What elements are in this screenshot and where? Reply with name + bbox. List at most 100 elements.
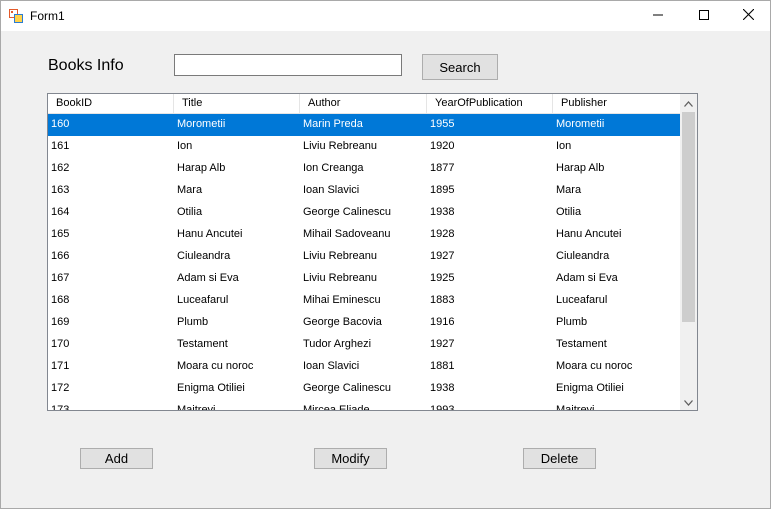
scroll-down-button[interactable] xyxy=(680,393,697,410)
cell-publisher[interactable]: Morometii xyxy=(553,114,680,136)
cell-title[interactable]: Hanu Ancutei xyxy=(174,224,300,246)
cell-bookid[interactable]: 172 xyxy=(48,378,174,400)
cell-title[interactable]: Morometii xyxy=(174,114,300,136)
cell-publisher[interactable]: Maitreyi xyxy=(553,400,680,410)
cell-publisher[interactable]: Hanu Ancutei xyxy=(553,224,680,246)
add-button[interactable]: Add xyxy=(80,448,153,469)
cell-title[interactable]: Adam si Eva xyxy=(174,268,300,290)
delete-button[interactable]: Delete xyxy=(523,448,596,469)
cell-author[interactable]: Liviu Rebreanu xyxy=(300,268,427,290)
cell-title[interactable]: Mara xyxy=(174,180,300,202)
cell-year[interactable]: 1927 xyxy=(427,246,553,268)
table-row[interactable]: 163 Mara Ioan Slavici 1895 Mara xyxy=(48,180,680,202)
cell-bookid[interactable]: 165 xyxy=(48,224,174,246)
cell-author[interactable]: Mihail Sadoveanu xyxy=(300,224,427,246)
cell-publisher[interactable]: Moara cu noroc xyxy=(553,356,680,378)
column-header-author[interactable]: Author xyxy=(300,94,427,114)
vertical-scrollbar[interactable] xyxy=(680,94,697,410)
cell-bookid[interactable]: 161 xyxy=(48,136,174,158)
cell-bookid[interactable]: 168 xyxy=(48,290,174,312)
cell-author[interactable]: Ioan Slavici xyxy=(300,180,427,202)
cell-year[interactable]: 1955 xyxy=(427,114,553,136)
cell-bookid[interactable]: 162 xyxy=(48,158,174,180)
table-row[interactable]: 166 Ciuleandra Liviu Rebreanu 1927 Ciuleandr… xyxy=(48,246,680,268)
cell-publisher[interactable]: Harap Alb xyxy=(553,158,680,180)
cell-year[interactable]: 1927 xyxy=(427,334,553,356)
table-row[interactable]: 167 Adam si Eva Liviu Rebreanu 1925 Adam si … xyxy=(48,268,680,290)
search-button[interactable]: Search xyxy=(422,54,498,80)
table-row[interactable]: 160 Morometii Marin Preda 1955 Morometii xyxy=(48,114,680,136)
cell-title[interactable]: Ciuleandra xyxy=(174,246,300,268)
cell-year[interactable]: 1895 xyxy=(427,180,553,202)
scroll-up-button[interactable] xyxy=(680,94,697,111)
cell-title[interactable]: Enigma Otiliei xyxy=(174,378,300,400)
cell-title[interactable]: Harap Alb xyxy=(174,158,300,180)
cell-publisher[interactable]: Luceafarul xyxy=(553,290,680,312)
books-grid[interactable]: BookID Title Author YearOfPublication Pu… xyxy=(47,93,698,411)
cell-publisher[interactable]: Ion xyxy=(553,136,680,158)
cell-author[interactable]: Marin Preda xyxy=(300,114,427,136)
column-header-bookid[interactable]: BookID xyxy=(48,94,174,114)
cell-year[interactable]: 1920 xyxy=(427,136,553,158)
cell-bookid[interactable]: 163 xyxy=(48,180,174,202)
scroll-thumb[interactable] xyxy=(682,112,695,322)
minimize-button[interactable] xyxy=(635,1,681,31)
cell-year[interactable]: 1883 xyxy=(427,290,553,312)
table-row[interactable]: 173 Maitreyi Mircea Eliade 1993 Maitreyi xyxy=(48,400,680,410)
search-input[interactable] xyxy=(174,54,402,76)
cell-author[interactable]: Liviu Rebreanu xyxy=(300,136,427,158)
cell-bookid[interactable]: 170 xyxy=(48,334,174,356)
column-header-year[interactable]: YearOfPublication xyxy=(427,94,553,114)
cell-title[interactable]: Testament xyxy=(174,334,300,356)
cell-year[interactable]: 1928 xyxy=(427,224,553,246)
cell-author[interactable]: George Bacovia xyxy=(300,312,427,334)
cell-bookid[interactable]: 166 xyxy=(48,246,174,268)
cell-author[interactable]: Mircea Eliade xyxy=(300,400,427,410)
cell-publisher[interactable]: Plumb xyxy=(553,312,680,334)
cell-author[interactable]: Mihai Eminescu xyxy=(300,290,427,312)
cell-year[interactable]: 1925 xyxy=(427,268,553,290)
table-row[interactable]: 162 Harap Alb Ion Creanga 1877 Harap Alb xyxy=(48,158,680,180)
table-row[interactable]: 169 Plumb George Bacovia 1916 Plumb xyxy=(48,312,680,334)
cell-author[interactable]: George Calinescu xyxy=(300,378,427,400)
cell-bookid[interactable]: 169 xyxy=(48,312,174,334)
cell-year[interactable]: 1877 xyxy=(427,158,553,180)
cell-title[interactable]: Moara cu noroc xyxy=(174,356,300,378)
cell-bookid[interactable]: 167 xyxy=(48,268,174,290)
close-button[interactable] xyxy=(725,1,771,31)
title-bar[interactable]: Form1 xyxy=(1,1,770,31)
column-header-title[interactable]: Title xyxy=(174,94,300,114)
cell-bookid[interactable]: 171 xyxy=(48,356,174,378)
table-row[interactable]: 171 Moara cu noroc Ioan Slavici 1881 Moara c… xyxy=(48,356,680,378)
table-row[interactable]: 168 Luceafarul Mihai Eminescu 1883 Luceafaru… xyxy=(48,290,680,312)
cell-bookid[interactable]: 164 xyxy=(48,202,174,224)
modify-button[interactable]: Modify xyxy=(314,448,387,469)
cell-author[interactable]: Ion Creanga xyxy=(300,158,427,180)
cell-publisher[interactable]: Mara xyxy=(553,180,680,202)
column-header-publisher[interactable]: Publisher xyxy=(553,94,680,114)
cell-year[interactable]: 1938 xyxy=(427,378,553,400)
cell-author[interactable]: Liviu Rebreanu xyxy=(300,246,427,268)
cell-title[interactable]: Otilia xyxy=(174,202,300,224)
cell-publisher[interactable]: Ciuleandra xyxy=(553,246,680,268)
table-row[interactable]: 164 Otilia George Calinescu 1938 Otilia xyxy=(48,202,680,224)
cell-publisher[interactable]: Otilia xyxy=(553,202,680,224)
cell-author[interactable]: Tudor Arghezi xyxy=(300,334,427,356)
cell-author[interactable]: George Calinescu xyxy=(300,202,427,224)
cell-author[interactable]: Ioan Slavici xyxy=(300,356,427,378)
cell-publisher[interactable]: Adam si Eva xyxy=(553,268,680,290)
cell-bookid[interactable]: 173 xyxy=(48,400,174,410)
maximize-button[interactable] xyxy=(681,1,727,31)
cell-year[interactable]: 1916 xyxy=(427,312,553,334)
cell-title[interactable]: Luceafarul xyxy=(174,290,300,312)
table-row[interactable]: 172 Enigma Otiliei George Calinescu 1938 Eni… xyxy=(48,378,680,400)
cell-publisher[interactable]: Enigma Otiliei xyxy=(553,378,680,400)
cell-year[interactable]: 1938 xyxy=(427,202,553,224)
table-row[interactable]: 161 Ion Liviu Rebreanu 1920 Ion xyxy=(48,136,680,158)
cell-title[interactable]: Plumb xyxy=(174,312,300,334)
cell-bookid[interactable]: 160 xyxy=(48,114,174,136)
cell-title[interactable]: Ion xyxy=(174,136,300,158)
cell-title[interactable]: Maitreyi xyxy=(174,400,300,410)
cell-year[interactable]: 1881 xyxy=(427,356,553,378)
cell-publisher[interactable]: Testament xyxy=(553,334,680,356)
